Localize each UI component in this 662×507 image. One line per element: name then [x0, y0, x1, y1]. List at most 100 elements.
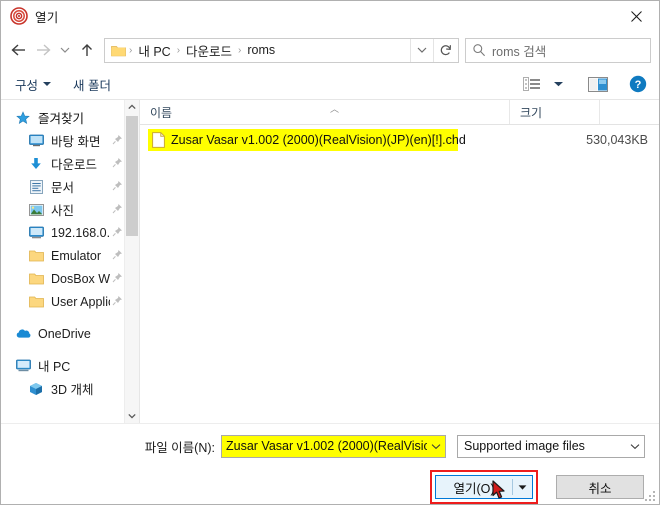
3d-objects-icon: [28, 381, 44, 397]
pin-icon[interactable]: [112, 134, 123, 148]
open-button[interactable]: 열기(O): [435, 475, 533, 499]
filename-label: 파일 이름(N):: [144, 440, 215, 455]
file-size: 530,043KB: [586, 133, 648, 147]
svg-text:?: ?: [635, 79, 642, 91]
forward-arrow-icon: [31, 37, 55, 63]
pin-icon[interactable]: [112, 157, 123, 171]
sidebar-item-downloads[interactable]: 다운로드: [1, 152, 139, 175]
table-row[interactable]: Zusar Vasar v1.002 (2000)(RealVision)(JP…: [148, 129, 648, 151]
pin-icon[interactable]: [112, 272, 123, 286]
address-bar[interactable]: › 내 PC › 다운로드 › roms: [104, 37, 459, 63]
pictures-icon: [28, 202, 44, 218]
breadcrumb: › 내 PC › 다운로드 › roms: [105, 39, 410, 62]
column-header-name-label: 이름: [150, 105, 173, 120]
organize-button[interactable]: 구성: [15, 75, 52, 94]
help-icon[interactable]: ?: [625, 72, 651, 96]
filename-row: 파일 이름(N): Zusar Vasar v1.002 (2000)(Real…: [15, 434, 645, 458]
up-arrow-icon[interactable]: [75, 37, 99, 63]
sidebar-item-emulator[interactable]: Emulator: [1, 244, 139, 267]
resize-grip[interactable]: [643, 489, 655, 501]
search-box[interactable]: roms 검색: [465, 37, 651, 63]
scrollbar-track[interactable]: [125, 114, 139, 409]
download-icon: [28, 156, 44, 172]
desktop-icon: [28, 133, 44, 149]
spiral-icon: [10, 7, 28, 25]
column-header-name[interactable]: 이름 ︿: [140, 100, 509, 124]
open-button-callout: 열기(O): [430, 470, 538, 504]
sidebar-item-desktop[interactable]: 바탕 화면: [1, 129, 139, 152]
sidebar-item-this-pc[interactable]: 내 PC: [1, 354, 139, 377]
sidebar-group-favorites[interactable]: 즐겨찾기: [1, 106, 139, 129]
chevron-down-icon: [43, 82, 52, 86]
folder-icon: [111, 44, 126, 57]
recent-locations-chevron-icon[interactable]: [55, 37, 75, 63]
sidebar-item-label: Emulator: [51, 248, 102, 263]
chevron-down-icon[interactable]: [427, 443, 445, 450]
address-dropdown-chevron-icon[interactable]: [410, 38, 433, 62]
pin-icon[interactable]: [112, 295, 123, 309]
breadcrumb-item-0[interactable]: 내 PC: [133, 39, 175, 62]
column-header-size[interactable]: 크기: [509, 100, 599, 124]
breadcrumb-item-2[interactable]: roms: [242, 41, 280, 59]
sidebar-item-label: 바탕 화면: [51, 135, 101, 149]
sidebar-item-pictures[interactable]: 사진: [1, 198, 139, 221]
scroll-down-arrow-icon[interactable]: [125, 409, 139, 423]
filename-value: Zusar Vasar v1.002 (2000)(RealVision)(: [226, 439, 427, 453]
view-mode-icon[interactable]: [519, 72, 545, 96]
cancel-button-label: 취소: [588, 481, 612, 496]
network-pc-icon: [28, 225, 44, 241]
refresh-icon[interactable]: [433, 38, 458, 62]
navigation-bar: › 내 PC › 다운로드 › roms roms 검색: [1, 31, 659, 69]
title-bar: 열기: [1, 1, 659, 31]
navigation-pane: 즐겨찾기 바탕 화면 다운로드 문서 사진 192.168.0. Emulato…: [1, 100, 139, 423]
pin-icon[interactable]: [112, 249, 123, 263]
pin-icon[interactable]: [112, 203, 123, 217]
cancel-button[interactable]: 취소: [556, 475, 644, 499]
sidebar-item-label: 내 PC: [38, 360, 71, 374]
close-button[interactable]: [613, 1, 659, 31]
filetype-dropdown[interactable]: Supported image files: [457, 434, 645, 458]
sidebar-scrollbar[interactable]: [124, 100, 139, 423]
sidebar-item-dosbox-work[interactable]: DosBox Work: [1, 267, 139, 290]
search-input[interactable]: roms 검색: [492, 41, 546, 60]
sidebar-item-label: DosBox Work: [51, 271, 110, 286]
sidebar-item-label: 사진: [51, 204, 75, 218]
file-icon: [152, 132, 169, 148]
window-title: 열기: [35, 10, 59, 25]
chevron-down-icon[interactable]: [626, 443, 644, 450]
folder-icon: [28, 294, 44, 310]
scrollbar-thumb[interactable]: [126, 116, 138, 236]
sidebar-item-label: 192.168.0.3: [51, 225, 110, 240]
sidebar-item-documents[interactable]: 문서: [1, 175, 139, 198]
command-toolbar: 구성 새 폴더 ?: [1, 69, 659, 99]
sidebar-item-label: 다운로드: [51, 158, 98, 172]
back-arrow-icon[interactable]: [7, 37, 31, 63]
pin-icon[interactable]: [112, 226, 123, 240]
sidebar-item-onedrive[interactable]: OneDrive: [1, 322, 139, 345]
search-icon: [466, 43, 492, 57]
filename-input[interactable]: Zusar Vasar v1.002 (2000)(RealVision)(: [221, 434, 446, 458]
sidebar-item-label: User Applicat: [51, 294, 110, 309]
sidebar-item-network-pc[interactable]: 192.168.0.3: [1, 221, 139, 244]
onedrive-cloud-icon: [15, 326, 31, 342]
sidebar-item-label: 3D 개체: [51, 383, 94, 397]
sidebar-group-label: 즐겨찾기: [38, 112, 85, 126]
sidebar-item-3d-objects[interactable]: 3D 개체: [1, 377, 139, 400]
view-mode-chevron-down-icon[interactable]: [545, 72, 571, 96]
action-button-row: 열기(O) 취소: [15, 470, 645, 504]
scroll-up-arrow-icon[interactable]: [125, 100, 139, 114]
pin-icon[interactable]: [112, 180, 123, 194]
sidebar-item-user-applications[interactable]: User Applicat: [1, 290, 139, 313]
open-button-label[interactable]: 열기(O): [436, 476, 512, 498]
file-list[interactable]: Zusar Vasar v1.002 (2000)(RealVision)(JP…: [140, 125, 659, 423]
file-name: Zusar Vasar v1.002 (2000)(RealVision)(JP…: [171, 133, 466, 147]
breadcrumb-item-1[interactable]: 다운로드: [181, 39, 237, 62]
new-folder-button[interactable]: 새 폴더: [73, 75, 111, 94]
filetype-value: Supported image files: [464, 439, 585, 453]
preview-pane-icon[interactable]: [585, 72, 611, 96]
this-pc-icon: [15, 358, 31, 374]
column-header-size-label: 크기: [520, 105, 543, 120]
folder-icon: [28, 271, 44, 287]
open-button-dropdown-chevron-icon[interactable]: [513, 476, 532, 498]
